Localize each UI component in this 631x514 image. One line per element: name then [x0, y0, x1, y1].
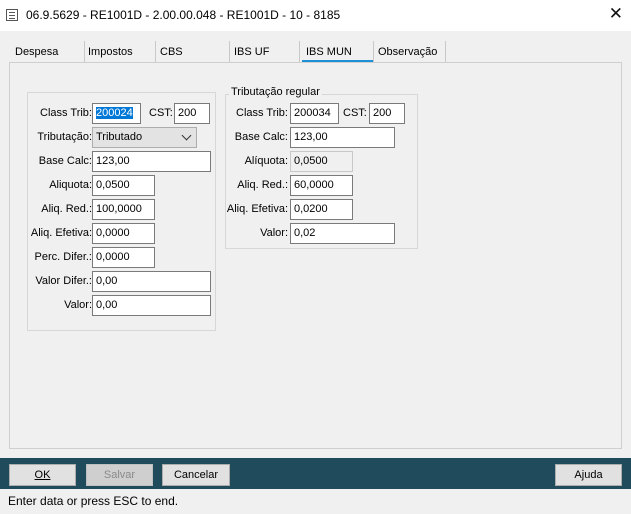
reg-base-calc-label: Base Calc:: [234, 131, 288, 143]
reg-valor-label: Valor:: [260, 227, 288, 239]
ok-button[interactable]: OK: [9, 464, 76, 486]
cancelar-button[interactable]: Cancelar: [162, 464, 230, 486]
aliq-efetiva-input[interactable]: 0,0000: [92, 223, 155, 244]
ajuda-button[interactable]: Ajuda: [555, 464, 622, 486]
tab-despesa[interactable]: Despesa: [13, 41, 85, 63]
close-icon[interactable]: ✕: [609, 5, 623, 23]
reg-class-trib-label: Class Trib:: [236, 107, 288, 119]
reg-aliq-red-input[interactable]: 60,0000: [290, 175, 353, 196]
left-tax-group: Class Trib: 200024 CST: 200 Tributação: …: [27, 92, 216, 331]
aliq-red-label: Aliq. Red.:: [41, 203, 92, 215]
base-calc-label: Base Calc:: [38, 155, 92, 167]
title-bar: 06.9.5629 - RE1001D - 2.00.00.048 - RE10…: [0, 0, 631, 31]
cancelar-label: Cancelar: [173, 469, 219, 481]
footer-bar: OK Salvar Cancelar Ajuda: [0, 458, 631, 489]
reg-aliq-red-label: Aliq. Red.:: [237, 179, 288, 191]
tributacao-regular-group: Tributação regular Class Trib: 200034 CS…: [225, 86, 418, 249]
reg-cst-input[interactable]: 200: [369, 103, 405, 124]
salvar-button: Salvar: [86, 464, 153, 486]
chevron-down-icon: [181, 130, 192, 141]
reg-aliq-efetiva-input[interactable]: 0,0200: [290, 199, 353, 220]
tab-observacao[interactable]: Observação: [376, 41, 446, 63]
reg-class-trib-input[interactable]: 200034: [290, 103, 339, 124]
aliq-efetiva-label: Aliq. Efetiva:: [30, 227, 92, 239]
tab-cbs[interactable]: CBS: [158, 41, 230, 63]
ok-label: OK: [34, 469, 51, 481]
base-calc-input[interactable]: 123,00: [92, 151, 211, 172]
reg-aliq-efetiva-label: Aliq. Efetiva:: [226, 203, 288, 215]
class-trib-input[interactable]: 200024: [92, 103, 141, 124]
status-text: Enter data or press ESC to end.: [8, 494, 179, 508]
class-trib-label: Class Trib:: [40, 107, 92, 119]
aliquota-input[interactable]: 0,0500: [92, 175, 155, 196]
tab-ibs-uf[interactable]: IBS UF: [232, 41, 300, 63]
app-window-icon: [6, 9, 18, 21]
tab-content-ibs-mun: Class Trib: 200024 CST: 200 Tributação: …: [9, 62, 622, 449]
tributacao-regular-legend: Tributação regular: [229, 86, 322, 98]
valor-input[interactable]: 0,00: [92, 295, 211, 316]
tributacao-value: Tributado: [96, 131, 143, 143]
salvar-label: Salvar: [103, 469, 136, 481]
tab-ibs-mun[interactable]: IBS MUN: [302, 41, 374, 63]
perc-difer-input[interactable]: 0,0000: [92, 247, 155, 268]
ajuda-label: Ajuda: [574, 469, 603, 481]
tributacao-select[interactable]: Tributado: [92, 127, 197, 148]
valor-difer-label: Valor Difer.:: [35, 275, 92, 287]
perc-difer-label: Perc. Difer.:: [34, 251, 92, 263]
reg-valor-input[interactable]: 0,02: [290, 223, 395, 244]
status-bar: Enter data or press ESC to end.: [0, 489, 631, 514]
tab-strip: Despesa Impostos CBS IBS UF IBS MUN Obse…: [0, 41, 631, 63]
valor-label: Valor:: [64, 299, 92, 311]
window-title: 06.9.5629 - RE1001D - 2.00.00.048 - RE10…: [26, 8, 341, 22]
cst-label: CST:: [149, 107, 173, 119]
aliquota-label: Aliquota:: [49, 179, 92, 191]
tab-impostos[interactable]: Impostos: [86, 41, 156, 63]
reg-aliquota-input: 0,0500: [290, 151, 353, 172]
valor-difer-input[interactable]: 0,00: [92, 271, 211, 292]
tributacao-label: Tributação:: [37, 131, 92, 143]
reg-cst-label: CST:: [343, 107, 367, 119]
aliq-red-input[interactable]: 100,0000: [92, 199, 155, 220]
reg-base-calc-input[interactable]: 123,00: [290, 127, 395, 148]
reg-aliquota-label: Alíquota:: [244, 155, 288, 167]
class-trib-value: 200024: [96, 107, 133, 119]
cst-input[interactable]: 200: [174, 103, 210, 124]
